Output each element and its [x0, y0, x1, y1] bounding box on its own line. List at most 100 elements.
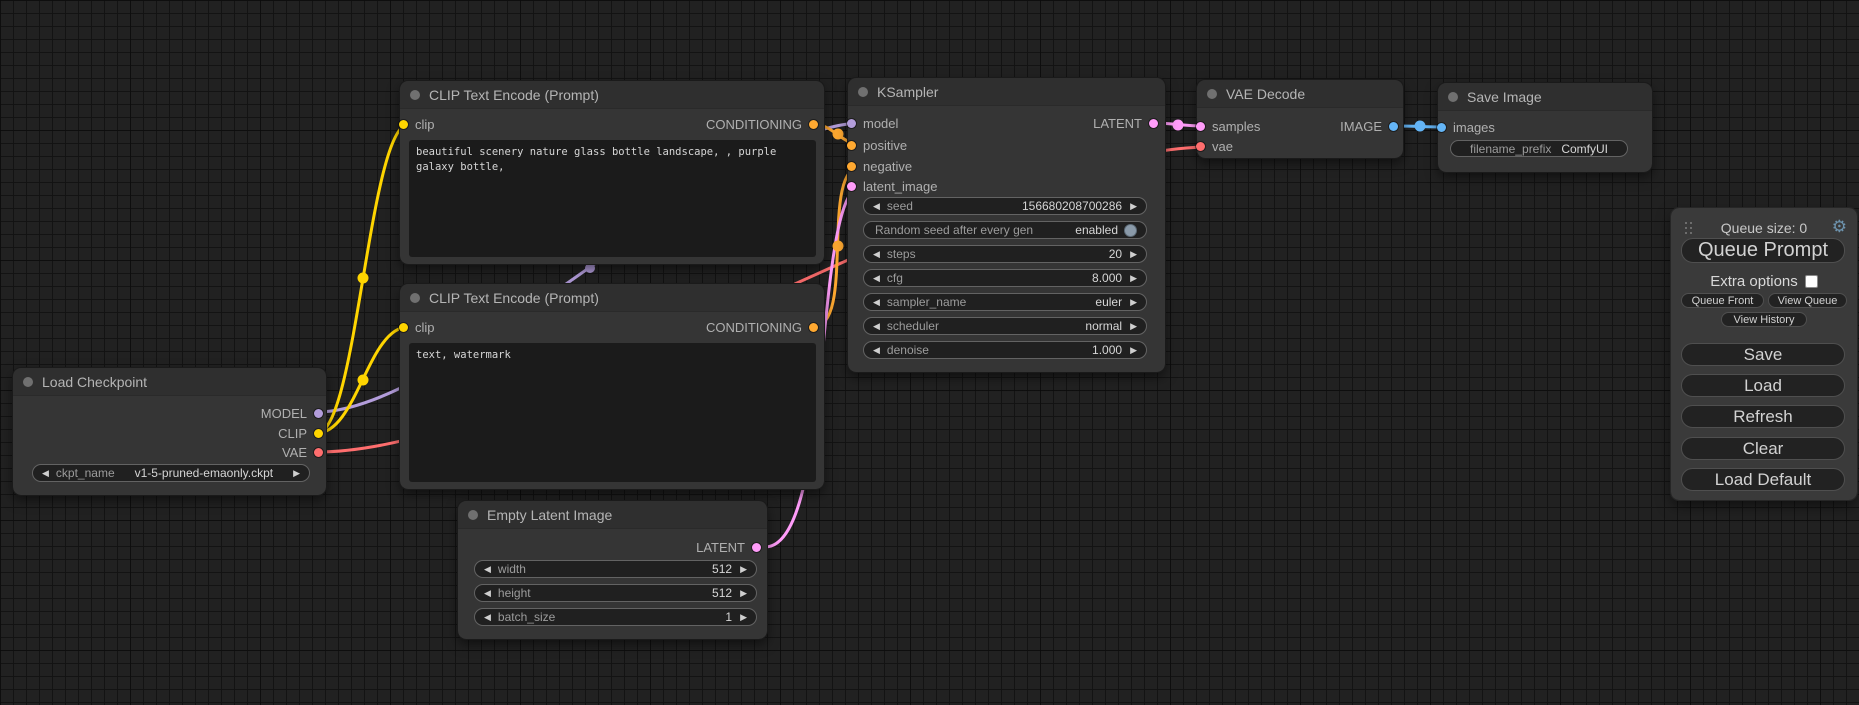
scheduler-widget[interactable]: ◀ scheduler normal ▶: [863, 317, 1147, 335]
node-title-bar[interactable]: Load Checkpoint: [13, 368, 326, 396]
port-latent-image-input[interactable]: [847, 182, 856, 191]
decrement-arrow-icon[interactable]: ◀: [484, 613, 491, 622]
random-seed-toggle-widget[interactable]: Random seed after every gen enabled: [863, 221, 1147, 239]
port-samples-input[interactable]: [1196, 122, 1205, 131]
node-empty-latent-image[interactable]: Empty Latent Image LATENT ◀ width 512 ▶ …: [458, 501, 767, 639]
node-status-dot: [468, 510, 478, 520]
port-clip-input[interactable]: [399, 323, 408, 332]
increment-arrow-icon[interactable]: ▶: [1130, 322, 1137, 331]
load-default-button[interactable]: Load Default: [1681, 468, 1845, 491]
node-clip-text-encode-negative[interactable]: CLIP Text Encode (Prompt) clip CONDITION…: [400, 284, 824, 489]
sampler-name-widget[interactable]: ◀ sampler_name euler ▶: [863, 293, 1147, 311]
link-dot: [1173, 120, 1184, 131]
increment-arrow-icon[interactable]: ▶: [1130, 346, 1137, 355]
view-queue-button[interactable]: View Queue: [1768, 293, 1847, 308]
port-positive-input[interactable]: [847, 141, 856, 150]
port-vae-input[interactable]: [1196, 142, 1205, 151]
increment-arrow-icon[interactable]: ▶: [1130, 298, 1137, 307]
decrement-arrow-icon[interactable]: ◀: [873, 274, 880, 283]
input-slot-images[interactable]: images: [1437, 117, 1495, 137]
output-slot-image[interactable]: IMAGE: [1340, 116, 1398, 136]
node-title-bar[interactable]: CLIP Text Encode (Prompt): [400, 284, 824, 312]
increment-arrow-icon[interactable]: ▶: [1130, 250, 1137, 259]
input-slot-latent-image[interactable]: latent_image: [847, 176, 937, 196]
output-slot-clip[interactable]: CLIP: [278, 423, 323, 443]
output-slot-conditioning[interactable]: CONDITIONING: [706, 317, 818, 337]
refresh-button[interactable]: Refresh: [1681, 405, 1845, 428]
port-images-input[interactable]: [1437, 123, 1446, 132]
node-status-dot: [410, 293, 420, 303]
cfg-widget[interactable]: ◀ cfg 8.000 ▶: [863, 269, 1147, 287]
output-slot-latent[interactable]: LATENT: [1093, 113, 1158, 133]
port-image-output[interactable]: [1389, 122, 1398, 131]
output-slot-model[interactable]: MODEL: [261, 403, 323, 423]
port-latent-output[interactable]: [1149, 119, 1158, 128]
batch-size-widget[interactable]: ◀ batch_size 1 ▶: [474, 608, 757, 626]
port-vae-output[interactable]: [314, 448, 323, 457]
node-title-bar[interactable]: KSampler: [848, 78, 1165, 106]
graph-canvas[interactable]: Load Checkpoint MODEL CLIP VAE ◀ ckpt_na…: [0, 0, 1859, 705]
output-slot-conditioning[interactable]: CONDITIONING: [706, 114, 818, 134]
height-widget[interactable]: ◀ height 512 ▶: [474, 584, 757, 602]
increment-arrow-icon[interactable]: ▶: [740, 613, 747, 622]
decrement-arrow-icon[interactable]: ◀: [873, 298, 880, 307]
decrement-arrow-icon[interactable]: ◀: [484, 589, 491, 598]
save-button[interactable]: Save: [1681, 343, 1845, 366]
increment-arrow-icon[interactable]: ▶: [293, 469, 300, 478]
decrement-arrow-icon[interactable]: ◀: [42, 469, 49, 478]
input-slot-clip[interactable]: clip: [399, 114, 435, 134]
gear-icon[interactable]: ⚙: [1832, 217, 1847, 237]
queue-panel[interactable]: Queue size: 0 ⚙ Queue Prompt Extra optio…: [1671, 208, 1857, 500]
node-title-bar[interactable]: CLIP Text Encode (Prompt): [400, 81, 824, 109]
decrement-arrow-icon[interactable]: ◀: [873, 346, 880, 355]
input-slot-positive[interactable]: positive: [847, 135, 907, 155]
port-clip-input[interactable]: [399, 120, 408, 129]
input-slot-model[interactable]: model: [847, 113, 898, 133]
extra-options-label: Extra options: [1710, 273, 1798, 290]
output-slot-vae[interactable]: VAE: [282, 442, 323, 462]
negative-prompt-textarea[interactable]: text, watermark: [409, 343, 816, 482]
input-slot-vae[interactable]: vae: [1196, 136, 1233, 156]
view-history-button[interactable]: View History: [1721, 312, 1807, 327]
ckpt-name-widget[interactable]: ◀ ckpt_name v1-5-pruned-emaonly.ckpt ▶: [32, 464, 310, 482]
port-clip-output[interactable]: [314, 429, 323, 438]
output-slot-latent[interactable]: LATENT: [696, 537, 761, 557]
decrement-arrow-icon[interactable]: ◀: [873, 250, 880, 259]
steps-widget[interactable]: ◀ steps 20 ▶: [863, 245, 1147, 263]
port-model-input[interactable]: [847, 119, 856, 128]
increment-arrow-icon[interactable]: ▶: [1130, 274, 1137, 283]
input-slot-samples[interactable]: samples: [1196, 116, 1260, 136]
clear-button[interactable]: Clear: [1681, 437, 1845, 460]
input-slot-clip[interactable]: clip: [399, 317, 435, 337]
port-model-output[interactable]: [314, 409, 323, 418]
increment-arrow-icon[interactable]: ▶: [740, 589, 747, 598]
port-latent-output[interactable]: [752, 543, 761, 552]
seed-widget[interactable]: ◀ seed 156680208700286 ▶: [863, 197, 1147, 215]
node-title-bar[interactable]: VAE Decode: [1197, 80, 1403, 108]
decrement-arrow-icon[interactable]: ◀: [484, 565, 491, 574]
node-load-checkpoint[interactable]: Load Checkpoint MODEL CLIP VAE ◀ ckpt_na…: [13, 368, 326, 495]
node-ksampler[interactable]: KSampler model positive negative latent_…: [848, 78, 1165, 372]
queue-front-button[interactable]: Queue Front: [1681, 293, 1764, 308]
load-button[interactable]: Load: [1681, 374, 1845, 397]
port-conditioning-output[interactable]: [809, 323, 818, 332]
decrement-arrow-icon[interactable]: ◀: [873, 322, 880, 331]
node-vae-decode[interactable]: VAE Decode samples vae IMAGE: [1197, 80, 1403, 158]
filename-prefix-widget[interactable]: filename_prefix ComfyUI: [1450, 140, 1628, 157]
width-widget[interactable]: ◀ width 512 ▶: [474, 560, 757, 578]
node-clip-text-encode-positive[interactable]: CLIP Text Encode (Prompt) clip CONDITION…: [400, 81, 824, 264]
node-title-bar[interactable]: Save Image: [1438, 83, 1652, 111]
node-title-bar[interactable]: Empty Latent Image: [458, 501, 767, 529]
extra-options-checkbox[interactable]: [1805, 275, 1818, 288]
queue-prompt-button[interactable]: Queue Prompt: [1681, 238, 1845, 263]
port-conditioning-output[interactable]: [809, 120, 818, 129]
denoise-widget[interactable]: ◀ denoise 1.000 ▶: [863, 341, 1147, 359]
positive-prompt-textarea[interactable]: beautiful scenery nature glass bottle la…: [409, 140, 816, 257]
increment-arrow-icon[interactable]: ▶: [1130, 202, 1137, 211]
toggle-dot-icon[interactable]: [1124, 224, 1137, 237]
port-negative-input[interactable]: [847, 162, 856, 171]
decrement-arrow-icon[interactable]: ◀: [873, 202, 880, 211]
node-save-image[interactable]: Save Image images filename_prefix ComfyU…: [1438, 83, 1652, 172]
increment-arrow-icon[interactable]: ▶: [740, 565, 747, 574]
input-slot-negative[interactable]: negative: [847, 156, 912, 176]
